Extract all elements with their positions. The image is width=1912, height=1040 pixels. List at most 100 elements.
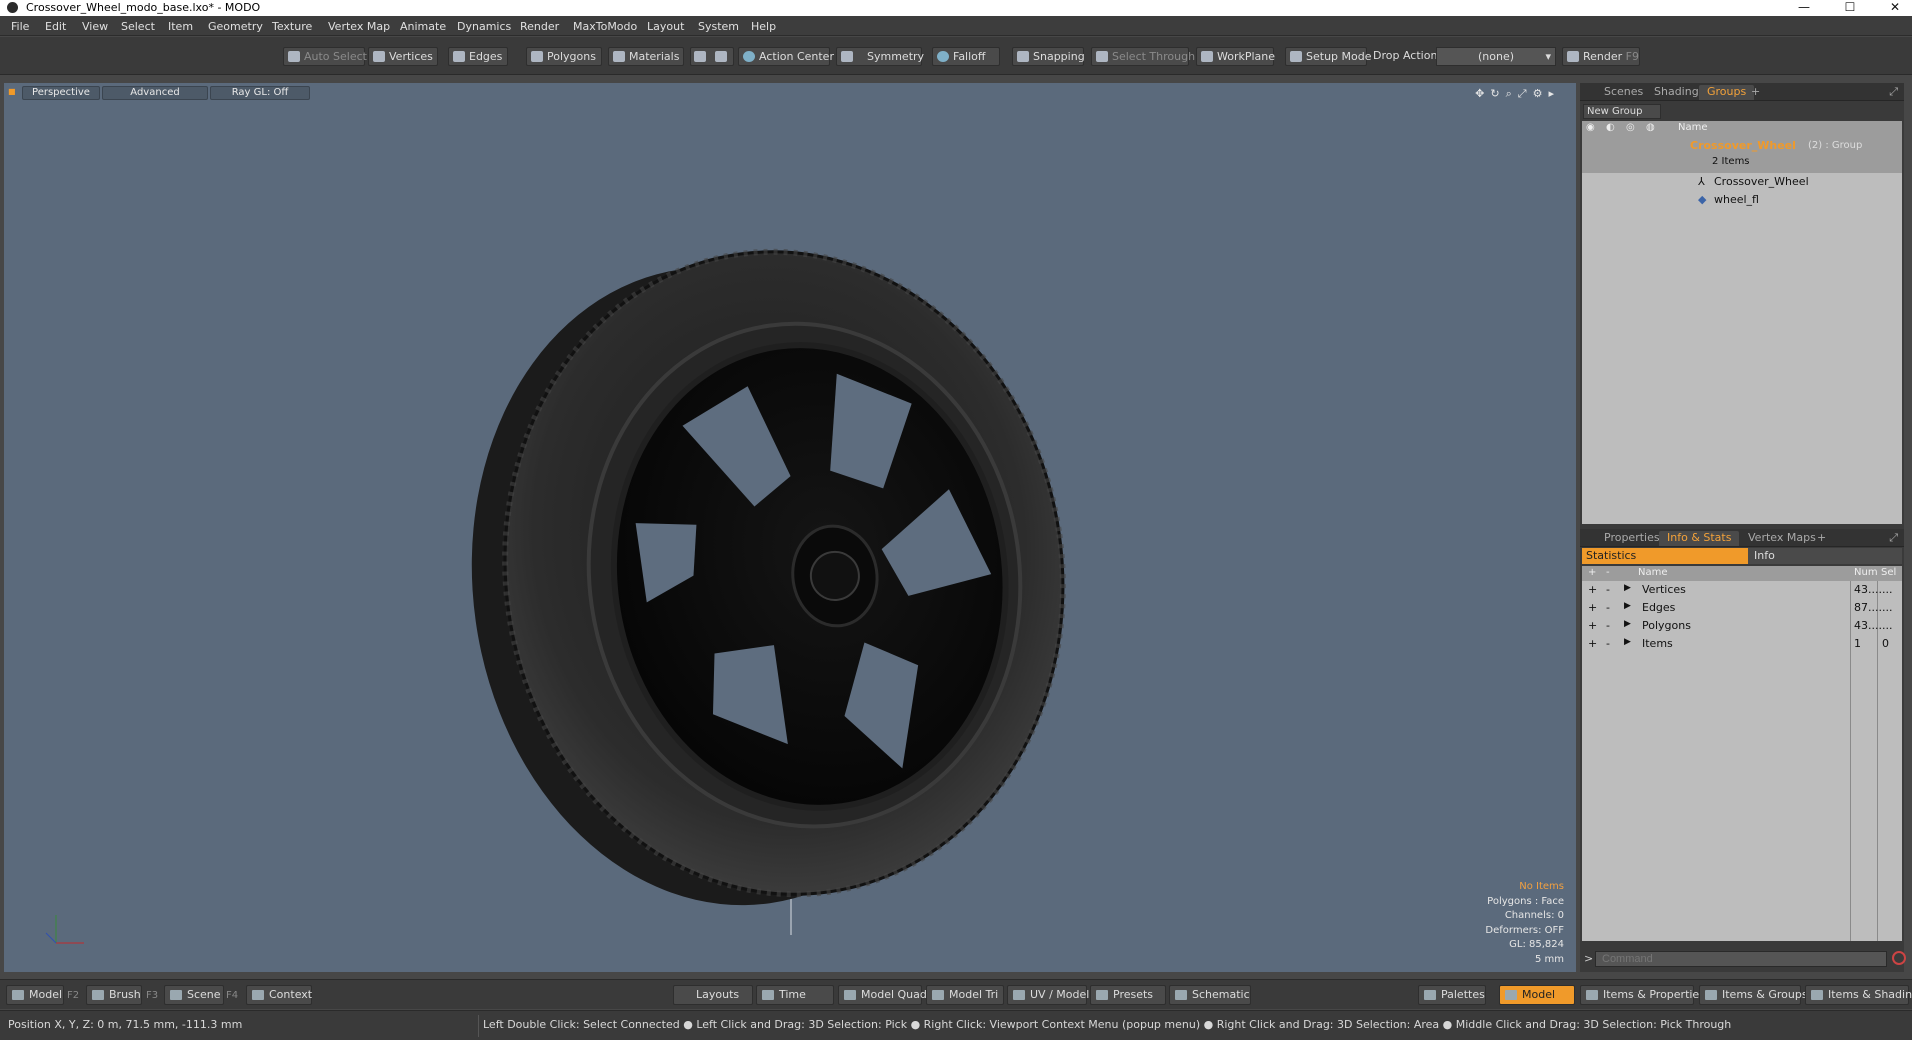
menu-system[interactable]: System	[698, 20, 739, 33]
collapse-icon[interactable]: -	[1606, 601, 1610, 614]
time-icon	[762, 990, 774, 1000]
command-input[interactable]	[1595, 951, 1887, 967]
tab-info-stats[interactable]: Info & Stats	[1659, 531, 1740, 546]
tab-scenes[interactable]: Scenes	[1596, 85, 1651, 100]
render-button[interactable]: Render F9	[1562, 47, 1640, 66]
stats-row[interactable]: + - ▶ Items 1 0	[1582, 635, 1902, 653]
expand-icon[interactable]: +	[1588, 637, 1597, 650]
materials-button[interactable]: Materials	[608, 47, 684, 66]
group-row[interactable]: Crossover_Wheel (2) : Group 2 Items	[1582, 136, 1902, 173]
snapping-icon	[1017, 51, 1029, 62]
expand-panel-icon[interactable]: ⤢	[1889, 531, 1898, 545]
edges-button[interactable]: Edges	[448, 47, 508, 66]
menu-select[interactable]: Select	[121, 20, 155, 33]
scene-mode-button[interactable]: Scene	[164, 985, 224, 1005]
expand-panel-icon[interactable]: ⤢	[1889, 85, 1898, 99]
select-through-button[interactable]: Select Through	[1091, 47, 1195, 66]
layout-time-button[interactable]: Time	[756, 985, 834, 1005]
tab-shading[interactable]: Shading	[1646, 85, 1707, 100]
menu-geometry[interactable]: Geometry	[208, 20, 263, 33]
collapse-icon[interactable]: -	[1606, 637, 1610, 650]
layouts-button[interactable]: Layouts	[673, 985, 753, 1005]
falloff-button[interactable]: Falloff	[932, 47, 1000, 66]
menu-texture[interactable]: Texture	[272, 20, 312, 33]
add-tab-button[interactable]: +	[1743, 85, 1768, 100]
tab-properties[interactable]: Properties	[1596, 531, 1668, 546]
menu-dynamics[interactable]: Dynamics	[457, 20, 511, 33]
pan-icon[interactable]: ✥	[1475, 87, 1490, 100]
menu-item[interactable]: Item	[168, 20, 193, 33]
layout-schematic-button[interactable]: Schematic	[1169, 985, 1251, 1005]
tab-statistics[interactable]: Statistics	[1582, 548, 1748, 564]
collapse-all-button[interactable]: -	[1606, 567, 1610, 578]
menu-help[interactable]: Help	[751, 20, 776, 33]
expand-icon[interactable]: +	[1588, 619, 1597, 632]
stats-row[interactable]: + - ▶ Polygons 43.... ...	[1582, 617, 1902, 635]
expand-icon[interactable]: +	[1588, 583, 1597, 596]
stats-num: 43....	[1854, 619, 1882, 632]
menu-vertex-map[interactable]: Vertex Map	[328, 20, 390, 33]
vertices-button[interactable]: Vertices	[368, 47, 438, 66]
gear-icon[interactable]: ⚙	[1533, 87, 1549, 100]
item-mode-buttons[interactable]	[690, 47, 734, 66]
rotate-icon[interactable]: ↻	[1490, 87, 1505, 100]
items-groups-button[interactable]: Items & Groups	[1699, 985, 1808, 1005]
raygl-button[interactable]: Ray GL: Off	[210, 86, 310, 100]
snapping-button[interactable]: Snapping	[1012, 47, 1085, 66]
viewport-nav-tools[interactable]: ✥↻⌕⤢⚙▸	[1475, 87, 1560, 101]
stats-row[interactable]: + - ▶ Vertices 43.... ...	[1582, 581, 1902, 599]
items-shading-button[interactable]: Items & Shading	[1805, 985, 1912, 1005]
layout-model-tri-button[interactable]: Model Tri	[926, 985, 1004, 1005]
new-group-button[interactable]: New Group	[1583, 104, 1661, 119]
model-mode-button[interactable]: Model	[6, 985, 64, 1005]
brush-mode-button[interactable]: Brush	[86, 985, 142, 1005]
record-icon[interactable]	[1892, 951, 1906, 965]
maximize-button[interactable]: ☐	[1828, 0, 1872, 16]
layout-model-quad-button[interactable]: Model Quad	[838, 985, 927, 1005]
tab-info[interactable]: Info	[1748, 548, 1902, 564]
collapse-icon[interactable]: -	[1606, 583, 1610, 596]
stats-name: Items	[1642, 637, 1673, 650]
layout-presets-button[interactable]: Presets	[1090, 985, 1166, 1005]
collapse-icon[interactable]: -	[1606, 619, 1610, 632]
chevron-right-icon[interactable]: ▶	[1624, 637, 1631, 647]
context-button[interactable]: Context	[246, 985, 312, 1005]
drop-action-select[interactable]: (none) ▾	[1436, 47, 1556, 66]
menu-render[interactable]: Render	[520, 20, 559, 33]
chevron-right-icon[interactable]: ▶	[1624, 583, 1631, 593]
menu-animate[interactable]: Animate	[400, 20, 446, 33]
palettes-button[interactable]: Palettes	[1418, 985, 1486, 1005]
menu-edit[interactable]: Edit	[45, 20, 66, 33]
setup-mode-button[interactable]: Setup Mode	[1285, 47, 1371, 66]
minimize-button[interactable]: —	[1782, 0, 1826, 16]
close-button[interactable]: ✕	[1873, 0, 1912, 16]
auto-select-button[interactable]: Auto Select	[283, 47, 367, 66]
model-tri-icon	[932, 990, 944, 1000]
menu-view[interactable]: View	[82, 20, 108, 33]
menu-layout[interactable]: Layout	[647, 20, 684, 33]
zoom-icon[interactable]: ⌕	[1506, 87, 1518, 100]
add-tab-button[interactable]: +	[1809, 531, 1834, 546]
expand-icon[interactable]: +	[1588, 601, 1597, 614]
viewport-menu-icon[interactable]: ■	[8, 87, 16, 96]
group-child-row[interactable]: ◆ wheel_fl	[1582, 191, 1902, 209]
expand-all-button[interactable]: +	[1588, 567, 1596, 578]
items-properties-button[interactable]: Items & Properties	[1580, 985, 1705, 1005]
symmetry-button[interactable]: Symmetry	[836, 47, 924, 66]
menu-maxtomodo[interactable]: MaxToModo	[573, 20, 637, 33]
3d-viewport[interactable]: No Items Polygons : Face Channels: 0 Def…	[4, 83, 1576, 972]
view-perspective-button[interactable]: Perspective	[22, 86, 100, 100]
action-center-button[interactable]: Action Center	[738, 47, 834, 66]
polygons-button[interactable]: Polygons	[526, 47, 602, 66]
chevron-right-icon[interactable]: ▶	[1624, 619, 1631, 629]
layout-model-active-button[interactable]: Model	[1499, 985, 1575, 1005]
menu-file[interactable]: File	[11, 20, 29, 33]
group-child-row[interactable]: ⅄ Crossover_Wheel	[1582, 173, 1902, 191]
layout-uv-model-button[interactable]: UV / Model	[1007, 985, 1089, 1005]
shading-advanced-button[interactable]: Advanced	[102, 86, 208, 100]
chevron-right-icon[interactable]: ▸	[1548, 87, 1560, 100]
workplane-button[interactable]: WorkPlane	[1196, 47, 1275, 66]
stats-row[interactable]: + - ▶ Edges 87.... ...	[1582, 599, 1902, 617]
fit-icon[interactable]: ⤢	[1518, 87, 1533, 100]
chevron-right-icon[interactable]: ▶	[1624, 601, 1631, 611]
